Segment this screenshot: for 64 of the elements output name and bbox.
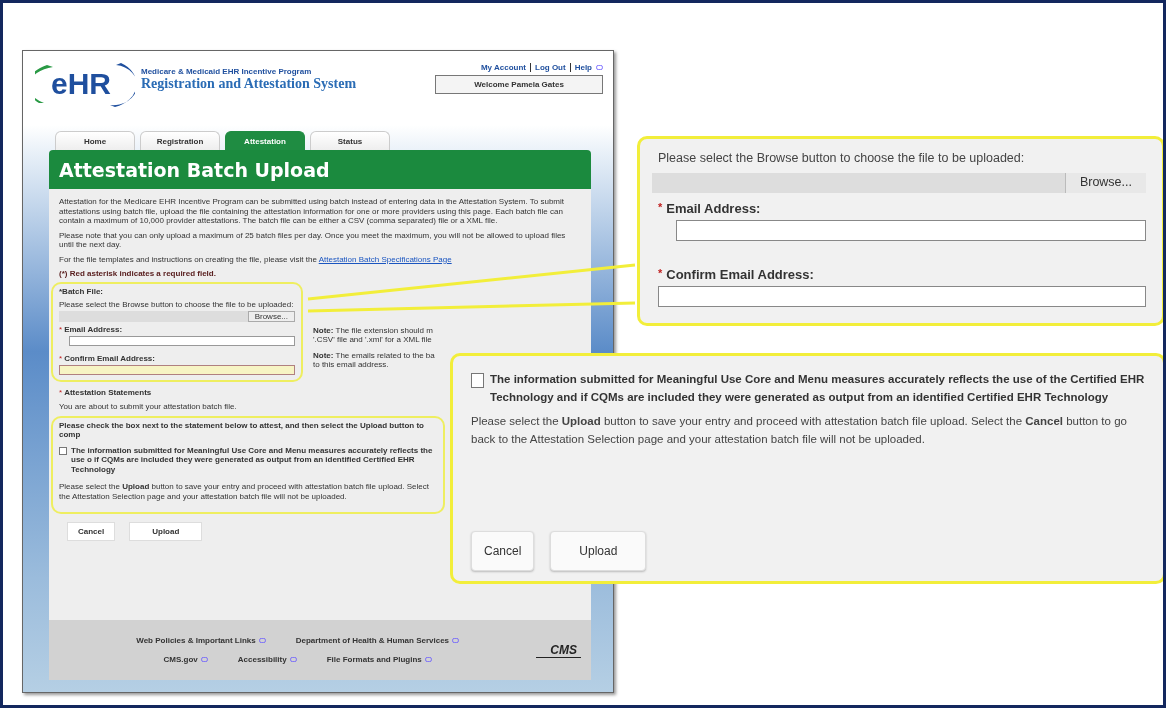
- external-link-icon: [424, 657, 432, 662]
- footer-link[interactable]: Accessibility: [237, 655, 287, 664]
- system-title: Registration and Attestation System: [141, 76, 357, 92]
- nav-tab[interactable]: Attestation: [225, 131, 305, 150]
- required-note: (*) Red asterisk indicates a required field.: [59, 269, 216, 279]
- page-title-bar: Attestation Batch Upload: [49, 150, 591, 189]
- submit-notice: You are about to submit your attestation batch file.: [59, 402, 237, 412]
- nav-tab[interactable]: Status: [310, 131, 390, 150]
- required-asterisk: *: [59, 388, 63, 397]
- footer-link[interactable]: CMS.gov: [163, 655, 198, 664]
- note-text: Note: The emails related to the ba to this email address.: [313, 350, 436, 370]
- required-asterisk: *: [59, 325, 63, 334]
- nav-tab[interactable]: Home: [55, 131, 135, 150]
- browse-instruction: Please select the Browse button to choose the file to be uploaded:: [658, 151, 1026, 165]
- specifications-link[interactable]: Attestation Batch Specifications Page: [318, 254, 452, 264]
- header-link[interactable]: My Account: [480, 63, 526, 72]
- file-input[interactable]: Browse...: [59, 311, 295, 322]
- email-input[interactable]: [69, 336, 295, 346]
- header-link[interactable]: Help: [574, 63, 592, 72]
- confirm-email-input[interactable]: [658, 286, 1146, 307]
- browse-instruction: Please select the Browse button to choose the file to be uploaded:: [59, 299, 295, 309]
- welcome-box: Welcome Pamela Gates: [435, 75, 603, 94]
- upload-button[interactable]: Upload: [129, 522, 203, 541]
- intro-paragraph: Attestation for the Medicare EHR Incentive Program can be submitted using batch instead of entering data in the Attestation System. To submit attestations using batch file, upload the file containing the attestation information for one or more providers using this page. Each batch file can contain a maximum of 10,000 provider attestations. The batch file can be either a CSV (comma separated) file or a XML file.: [59, 197, 565, 226]
- batch-file-heading: *Batch File:: [59, 286, 104, 296]
- attest-checkbox[interactable]: [59, 446, 67, 455]
- confirm-email-label: Confirm Email Address:: [666, 267, 814, 282]
- file-input[interactable]: Browse...: [652, 173, 1146, 193]
- logo-text: eHR: [51, 67, 111, 101]
- upload-instruction: Please select the Upload button to save your entry and proceed with attestation batch file upload. Select the Cancel button to go back to the Attestation Selection page and your attestation batch file will not be uploaded.: [471, 414, 1128, 447]
- external-link-icon: [200, 657, 208, 662]
- required-asterisk: *: [59, 354, 63, 363]
- external-link-icon: [289, 657, 297, 662]
- email-label: Email Address:: [666, 201, 761, 216]
- templates-sentence: For the file templates and instructions on creating the file, please visit the Attestation Batch Specifications Page: [59, 254, 452, 264]
- check-instruction: Please check the box next to the statement below to attest, and then select the Upload button to comp: [59, 420, 425, 440]
- statements-heading: Attestation Statements: [64, 388, 152, 397]
- attestation-statement: The information submitted for Meaningful Use Core and Menu measures accurately reflects the use o if CQMs are included they were generated as output from an identified Certified EHR Technology: [71, 445, 434, 474]
- upload-button[interactable]: Upload: [550, 531, 647, 571]
- browse-button[interactable]: Browse...: [1064, 173, 1146, 193]
- footer-link[interactable]: Web Policies & Important Links: [136, 636, 256, 645]
- program-name: Medicare & Medicaid EHR Incentive Program: [141, 67, 313, 76]
- browse-button[interactable]: Browse...: [247, 311, 295, 322]
- header-link[interactable]: Log Out: [535, 63, 566, 72]
- cancel-button[interactable]: Cancel: [67, 522, 116, 541]
- external-link-icon: [452, 638, 460, 643]
- footer-link[interactable]: Department of Health & Human Services: [295, 636, 450, 645]
- attestation-statement: The information submitted for Meaningful Use Core and Menu measures accurately reflects the use of the Certified EHR Technology and if CQMs are included they were generated as output from an identified Certified EHR Technology: [490, 372, 1146, 405]
- nav-tab[interactable]: Registration: [140, 131, 220, 150]
- upload-instruction: Please select the Upload button to save your entry and proceed with attestation batch file upload. Select the Attestation Selection page and your attestation batch file will not be uploaded.: [59, 482, 430, 501]
- external-link-icon: [596, 65, 603, 70]
- cancel-button[interactable]: Cancel: [471, 531, 535, 571]
- confirm-email-input[interactable]: [59, 365, 295, 375]
- email-input[interactable]: [676, 220, 1146, 241]
- attest-checkbox[interactable]: [471, 373, 484, 388]
- footer-link[interactable]: File Formats and Plugins: [326, 655, 422, 664]
- confirm-email-label: Confirm Email Address:: [64, 354, 155, 363]
- cms-logo: CMS: [536, 642, 581, 658]
- external-link-icon: [258, 638, 266, 643]
- required-asterisk: *: [658, 267, 663, 281]
- required-asterisk: *: [658, 201, 663, 215]
- note-text: Note: The file extension should m '.CSV' file and '.xml' for a XML file: [313, 325, 434, 345]
- email-label: Email Address:: [64, 325, 123, 334]
- intro-paragraph: Please note that you can only upload a maximum of 25 batch files per day. Once you meet the maximum, you will not be allowed to upload files until the next day.: [59, 230, 567, 250]
